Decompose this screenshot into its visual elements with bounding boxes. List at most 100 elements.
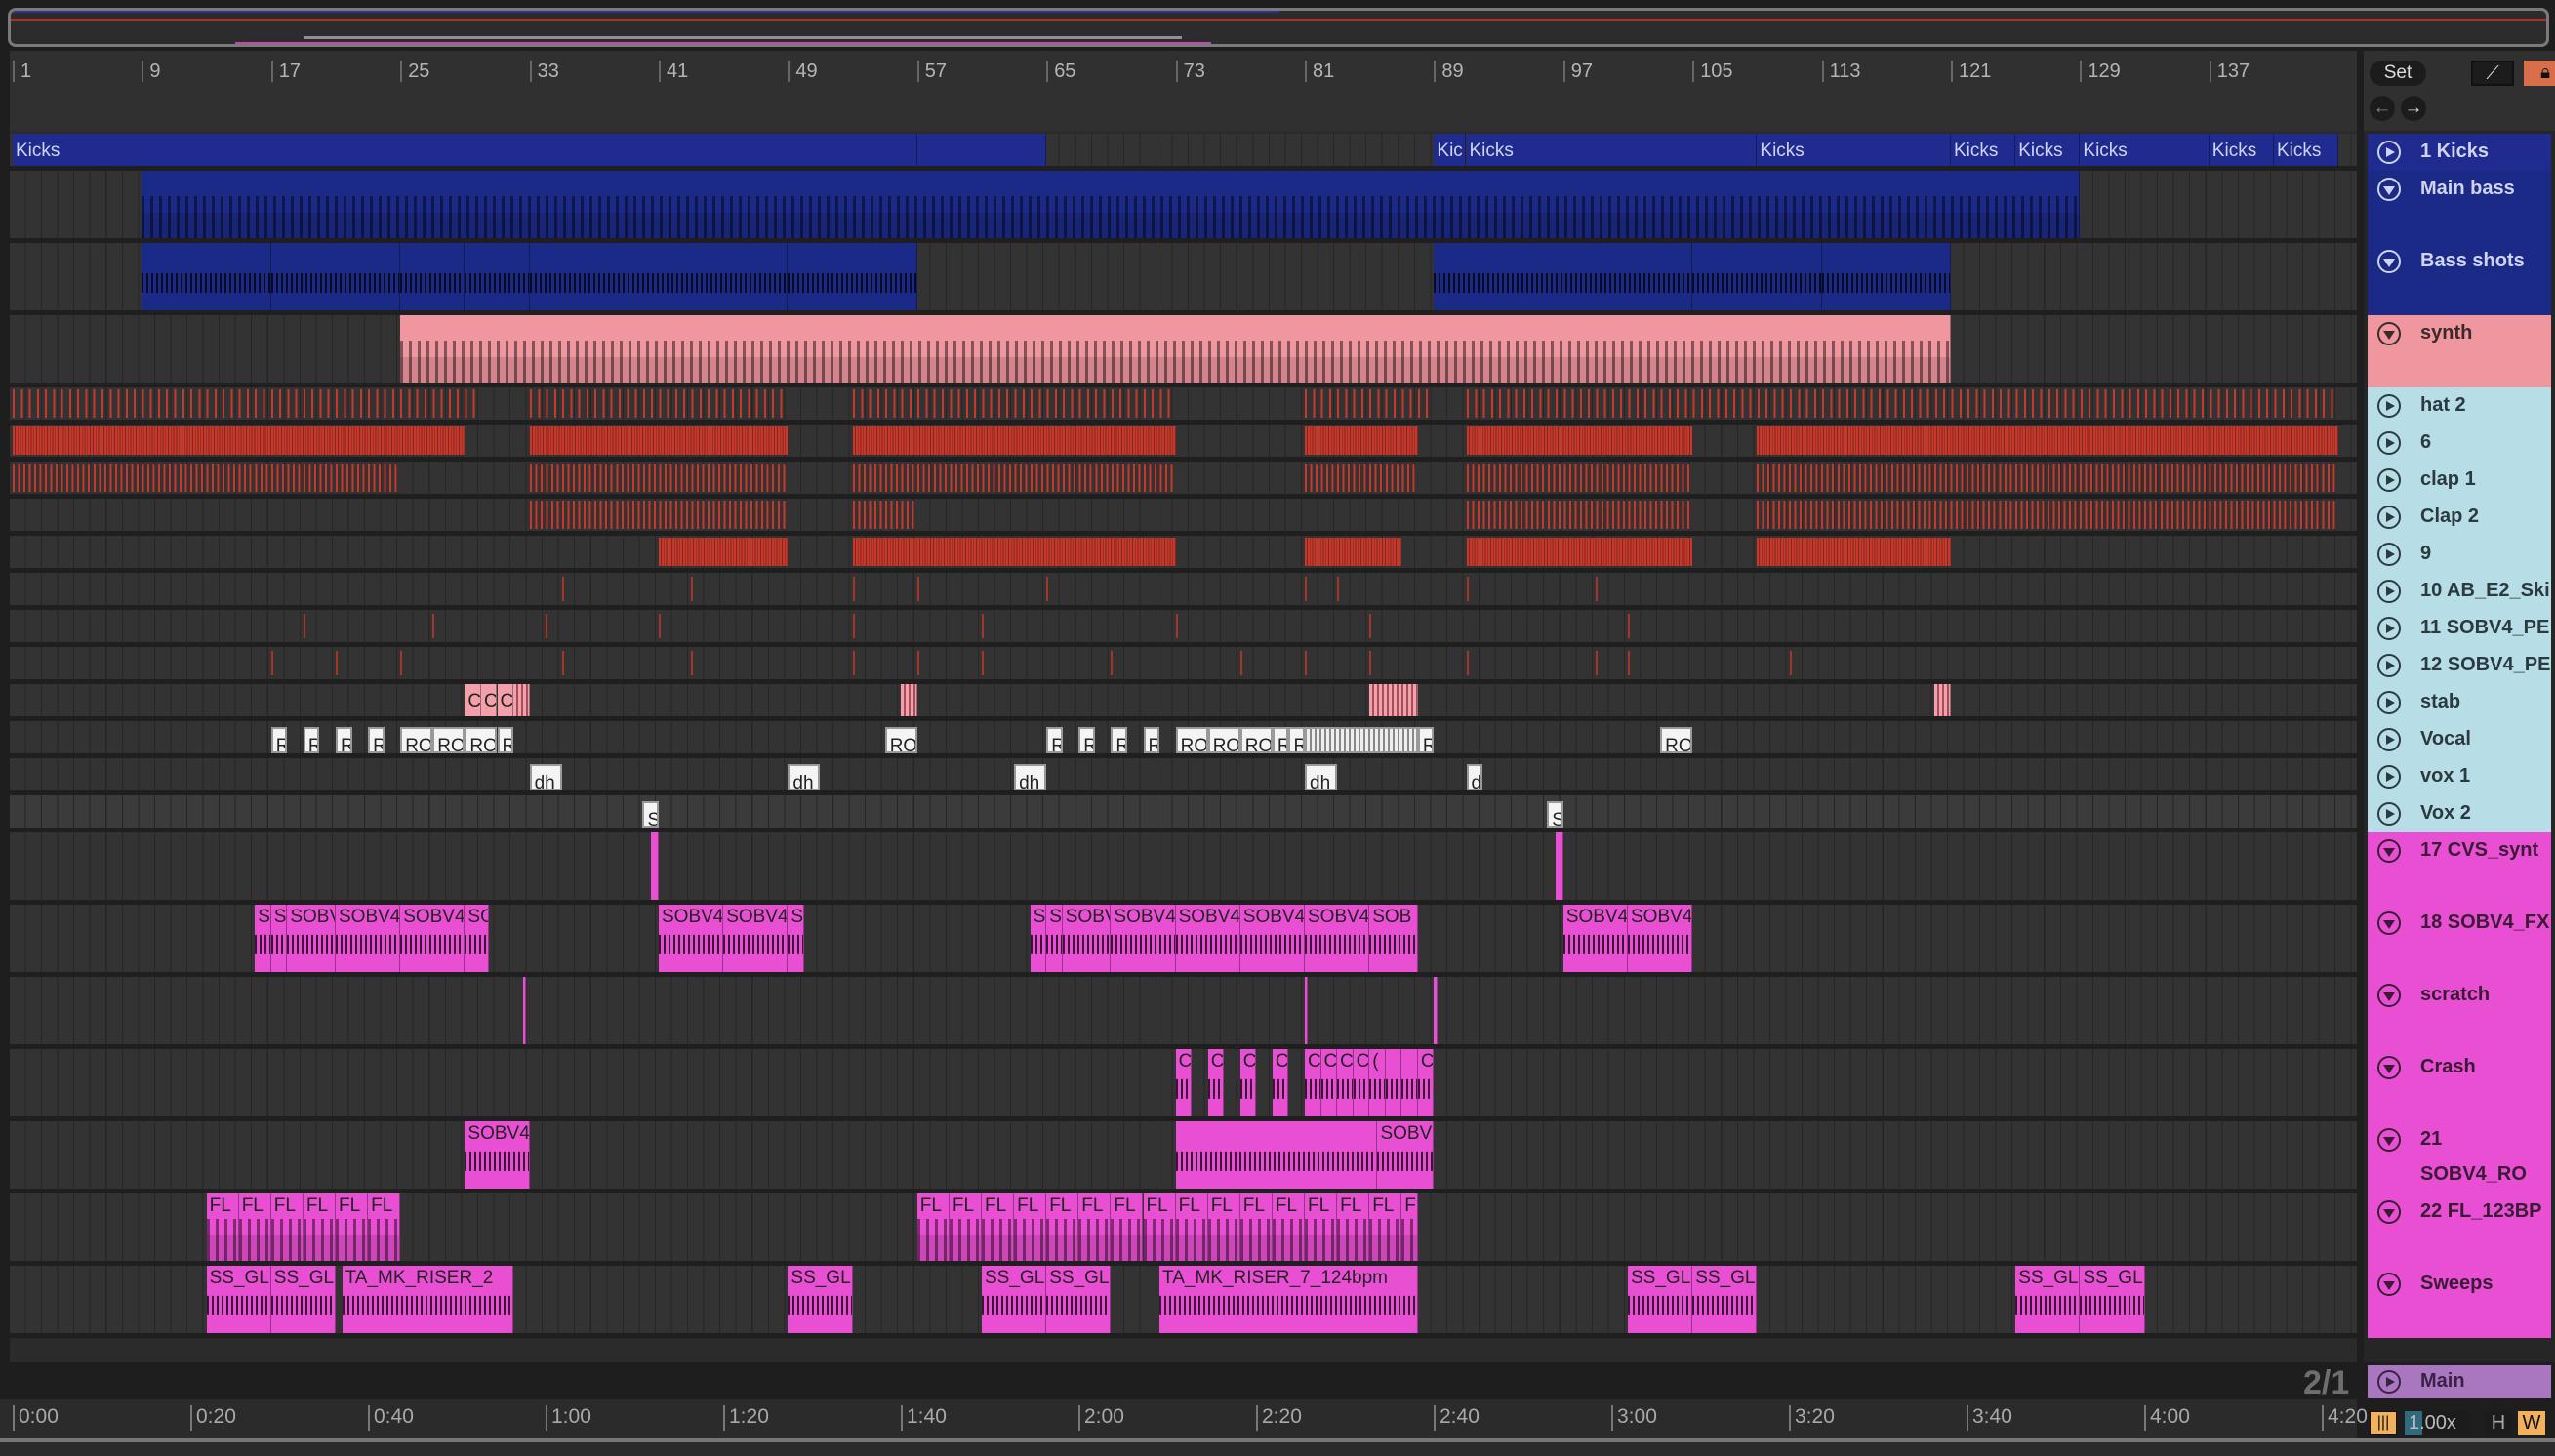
hit-marker[interactable]	[916, 577, 919, 601]
clip[interactable]: C	[1417, 1049, 1435, 1116]
track-lane[interactable]	[10, 387, 2357, 425]
hit-region[interactable]	[1305, 426, 1418, 455]
track-lane[interactable]	[10, 462, 2357, 499]
hit-marker[interactable]	[659, 614, 661, 638]
hit-region[interactable]	[659, 538, 789, 566]
fold-arrow-icon[interactable]	[2377, 1128, 2401, 1152]
track-header-vocal[interactable]: Vocal	[2368, 721, 2551, 758]
clip[interactable]: FL	[1239, 1193, 1273, 1261]
fold-arrow-icon[interactable]	[2377, 322, 2401, 345]
clip[interactable]: F	[1401, 1193, 1418, 1261]
clip[interactable]: C	[1305, 1049, 1321, 1116]
hit-marker[interactable]	[561, 577, 564, 601]
clip[interactable]: SOBV4	[1305, 905, 1370, 972]
clip[interactable]	[788, 243, 917, 310]
clip[interactable]: Kicks	[2080, 134, 2210, 166]
clip[interactable]: R	[1417, 727, 1435, 753]
clip[interactable]: FL	[1014, 1193, 1047, 1261]
track-header-12-sobv4-pe[interactable]: 12 SOBV4_PE	[2368, 647, 2551, 684]
clip[interactable]: RO	[1660, 727, 1693, 753]
hit-marker[interactable]	[1305, 651, 1307, 675]
hit-marker[interactable]	[1337, 577, 1340, 601]
clip[interactable]: C	[1207, 1049, 1225, 1116]
hit-marker[interactable]	[852, 651, 855, 675]
hit-region[interactable]	[529, 389, 789, 418]
next-locator-button[interactable]: →	[2401, 96, 2426, 121]
clip[interactable]: RO	[465, 727, 498, 753]
track-lane[interactable]	[10, 171, 2357, 243]
clip[interactable]: SOBV4	[336, 905, 401, 972]
fold-arrow-icon[interactable]	[2377, 250, 2401, 273]
clip[interactable]	[1401, 1049, 1418, 1116]
play-icon[interactable]	[2377, 468, 2401, 492]
hit-marker[interactable]	[852, 614, 855, 638]
w-button[interactable]: W	[2518, 1411, 2545, 1435]
lock-icon[interactable]: 🔒︎	[2524, 61, 2555, 86]
clip[interactable]: SS_GL	[788, 1266, 853, 1333]
clip[interactable]: C	[1337, 1049, 1354, 1116]
clip[interactable]	[1369, 684, 1418, 716]
time-ruler[interactable]: 0:00 0:20 0:40 1:00 1:20 1:40 2:00 2:20 2:40 3:00…	[0, 1399, 2368, 1438]
play-icon[interactable]	[2377, 506, 2401, 529]
hit-marker[interactable]	[691, 651, 694, 675]
clip[interactable]: FL	[303, 1193, 336, 1261]
clip[interactable]: SOBV4	[1175, 905, 1240, 972]
clip[interactable]: FL	[982, 1193, 1015, 1261]
clip[interactable]: R	[368, 727, 385, 753]
play-icon[interactable]	[2377, 802, 2401, 826]
play-icon[interactable]	[2377, 654, 2401, 677]
hit-marker[interactable]	[1628, 614, 1630, 638]
clip[interactable]	[1305, 977, 1309, 1044]
clip[interactable]: TA_MK_RISER_2	[342, 1266, 514, 1333]
hit-marker[interactable]	[1466, 577, 1469, 601]
fold-arrow-icon[interactable]	[2377, 178, 2401, 201]
h-button[interactable]: H	[2485, 1411, 2512, 1435]
clip[interactable]: FL	[1143, 1193, 1176, 1261]
hit-marker[interactable]	[982, 614, 984, 638]
track-header-main-bass[interactable]: Main bass	[2368, 171, 2551, 243]
hit-marker[interactable]	[1046, 577, 1049, 601]
hit-region[interactable]	[852, 389, 1176, 418]
track-lane[interactable]: dh dh dh dh d	[10, 758, 2357, 795]
track-header-clap-1[interactable]: clap 1	[2368, 462, 2551, 499]
hit-region[interactable]	[529, 464, 789, 492]
clip[interactable]: Kicks	[1757, 134, 1951, 166]
play-icon[interactable]	[2377, 765, 2401, 789]
track-lane[interactable]: C C C C C C C C(C	[10, 1049, 2357, 1121]
horizontal-scrollbar[interactable]	[0, 1438, 2555, 1456]
play-icon[interactable]	[2377, 1370, 2401, 1394]
clip[interactable]: C	[480, 684, 498, 716]
clip[interactable]: RO	[1239, 727, 1273, 753]
clip[interactable]: SOBV4	[465, 1121, 530, 1189]
hit-region[interactable]	[529, 426, 789, 455]
clip[interactable]	[1175, 1121, 1378, 1189]
clip[interactable]: SS_GL	[2015, 1266, 2081, 1333]
clip[interactable]	[1305, 727, 1418, 753]
clip[interactable]: SOBV	[1062, 905, 1112, 972]
clip[interactable]: Kicks	[2209, 134, 2274, 166]
hit-region[interactable]	[13, 389, 481, 418]
track-header-21-sobv4-ro[interactable]: 21 SOBV4_RO	[2368, 1121, 2551, 1193]
track-lane[interactable]	[10, 499, 2357, 536]
hit-region[interactable]	[852, 426, 1176, 455]
hit-marker[interactable]	[546, 614, 548, 638]
clip[interactable]: FL	[206, 1193, 239, 1261]
hit-marker[interactable]	[270, 651, 273, 675]
play-icon[interactable]	[2377, 580, 2401, 603]
track-header-18-sobv4-fx[interactable]: 18 SOBV4_FX	[2368, 905, 2551, 977]
track-header-bass-shots[interactable]: Bass shots	[2368, 243, 2551, 315]
clip[interactable]: FL	[1111, 1193, 1144, 1261]
clip[interactable]: FL	[1369, 1193, 1402, 1261]
clip[interactable]: RO	[1175, 727, 1208, 753]
clip[interactable]: R	[1078, 727, 1095, 753]
clip[interactable]: dh	[529, 764, 562, 790]
clip[interactable]: S	[1046, 905, 1063, 972]
clip[interactable]: RO	[1207, 727, 1240, 753]
clip[interactable]	[1934, 684, 1951, 716]
track-header-stab[interactable]: stab	[2368, 684, 2551, 721]
clip[interactable]: R	[497, 727, 514, 753]
clip[interactable]	[1692, 243, 1822, 310]
hit-region[interactable]	[1466, 538, 1693, 566]
fold-arrow-icon[interactable]	[2377, 984, 2401, 1007]
clip[interactable]: SS_GL	[2080, 1266, 2145, 1333]
